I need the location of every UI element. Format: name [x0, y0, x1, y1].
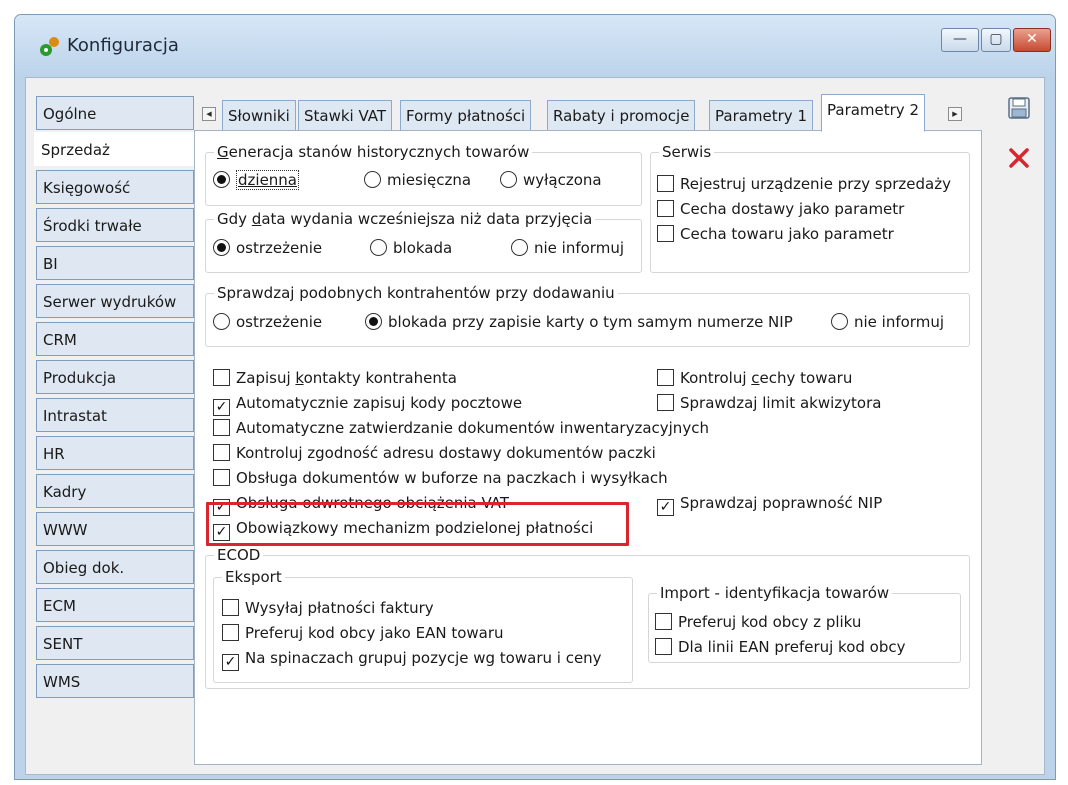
sidebar-item-crm[interactable]: CRM: [36, 322, 194, 356]
generacja-radio-wylaczona[interactable]: wyłączona: [500, 169, 602, 191]
generacja-radio-miesieczna[interactable]: miesięczna: [364, 169, 471, 191]
radio-selected-icon: [365, 313, 382, 330]
wysylaj-platnosci-checkbox[interactable]: Wysyłaj płatności faktury: [222, 597, 434, 619]
delete-icon: [1009, 148, 1029, 168]
tab-scroll-left-icon[interactable]: ◀: [202, 107, 216, 121]
poprawnosc-nip-checkbox[interactable]: ✓ Sprawdzaj poprawność NIP: [657, 492, 882, 516]
checkbox-icon: [213, 444, 230, 461]
client-area: Ogólne Sprzedaż Księgowość Środki trwałe…: [25, 77, 1045, 775]
sidebar-item-sprzedaz[interactable]: Sprzedaż: [34, 132, 196, 166]
window-title: Konfiguracja: [67, 35, 179, 56]
tab-scroll-right-icon[interactable]: ▶: [948, 107, 962, 121]
checkbox-icon: [657, 394, 674, 411]
tab-content-panel: Generacja stanów historycznych towarów d…: [194, 130, 982, 765]
sidebar-item-ecm[interactable]: ECM: [36, 588, 194, 622]
kody-pocztowe-checkbox[interactable]: ✓ Automatycznie zapisuj kody pocztowe: [213, 392, 522, 416]
sidebar-item-intrastat[interactable]: Intrastat: [36, 398, 194, 432]
sidebar-item-wms[interactable]: WMS: [36, 664, 194, 698]
generacja-radio-dzienna[interactable]: dzienna: [213, 169, 299, 191]
checkbox-icon: [655, 613, 672, 630]
sidebar-item-serwer-wydrukow[interactable]: Serwer wydruków: [36, 284, 194, 318]
checkmark-icon: ✓: [657, 499, 674, 516]
close-button[interactable]: ✕: [1013, 28, 1051, 52]
checkmark-icon: ✓: [213, 399, 230, 416]
sidebar-item-www[interactable]: WWW: [36, 512, 194, 546]
bufor-paczki-checkbox[interactable]: Obsługa dokumentów w buforze na paczkach…: [213, 467, 668, 489]
kontrahenci-group-title: Sprawdzaj podobnych kontrahentów przy do…: [214, 283, 618, 303]
save-icon: [1008, 97, 1030, 119]
adres-dostawy-checkbox[interactable]: Kontroluj zgodność adresu dostawy dokume…: [213, 442, 656, 464]
checkbox-icon: [655, 638, 672, 655]
checkmark-icon: ✓: [222, 654, 239, 671]
sidebar-item-sent[interactable]: SENT: [36, 626, 194, 660]
serwis-cecha-dostawy-checkbox[interactable]: Cecha dostawy jako parametr: [657, 198, 904, 220]
spinacze-grupuj-checkbox[interactable]: ✓ Na spinaczach grupuj pozycje wg towaru …: [222, 647, 602, 671]
checkbox-icon: [222, 599, 239, 616]
generacja-group-title: Generacja stanów historycznych towarów: [214, 142, 533, 162]
data-wydania-group-title: Gdy data wydania wcześniejsza niż data p…: [214, 209, 596, 229]
radio-selected-icon: [213, 171, 230, 188]
preferuj-kod-pliku-checkbox[interactable]: Preferuj kod obcy z pliku: [655, 611, 861, 633]
serwis-rejestruj-checkbox[interactable]: Rejestruj urządzenie przy sprzedaży: [657, 173, 951, 195]
minimize-button[interactable]: —: [941, 28, 979, 52]
tab-stawki-vat[interactable]: Stawki VAT: [298, 100, 393, 132]
zatwierdzanie-checkbox[interactable]: Automatyczne zatwierdzanie dokumentów in…: [213, 417, 709, 439]
radio-icon: [511, 239, 528, 256]
tab-parametry-2[interactable]: Parametry 2: [821, 94, 925, 132]
tab-parametry-1[interactable]: Parametry 1: [709, 100, 813, 132]
configuration-window: Konfiguracja — ▢ ✕ Ogólne Sprzedaż Księg…: [14, 14, 1056, 780]
checkbox-icon: [657, 225, 674, 242]
save-button[interactable]: [1004, 96, 1034, 126]
tab-formy-platnosci[interactable]: Formy płatności: [400, 100, 532, 132]
sidebar-item-ksiegowosc[interactable]: Księgowość: [36, 170, 194, 204]
tab-slowniki[interactable]: Słowniki: [222, 100, 296, 132]
data-wydania-radio-ostrzezenie[interactable]: ostrzeżenie: [213, 237, 322, 259]
checkbox-icon: [213, 369, 230, 386]
app-icon: [40, 37, 59, 56]
kontrahenci-radio-nie-informuj[interactable]: nie informuj: [831, 311, 944, 333]
tab-rabaty-i-promocje[interactable]: Rabaty i promocje: [547, 100, 696, 132]
maximize-button[interactable]: ▢: [981, 28, 1011, 52]
limit-akwizytora-checkbox[interactable]: Sprawdzaj limit akwizytora: [657, 392, 881, 414]
sidebar-item-srodki-trwale[interactable]: Środki trwałe: [36, 208, 194, 242]
sidebar-item-kadry[interactable]: Kadry: [36, 474, 194, 508]
cechy-towaru-checkbox[interactable]: Kontroluj cechy towaru: [657, 367, 852, 389]
zapisuj-kontakty-checkbox[interactable]: Zapisuj kontakty kontrahenta: [213, 367, 457, 389]
import-group-title: Import - identyfikacja towarów: [657, 583, 893, 603]
eksport-group-title: Eksport: [222, 567, 285, 587]
checkbox-icon: [213, 469, 230, 486]
checkbox-icon: [657, 369, 674, 386]
radio-selected-icon: [213, 239, 230, 256]
checkbox-icon: [222, 624, 239, 641]
kontrahenci-radio-ostrzezenie[interactable]: ostrzeżenie: [213, 311, 322, 333]
kontrahenci-radio-blokada[interactable]: blokada przy zapisie karty o tym samym n…: [365, 311, 793, 333]
radio-icon: [370, 239, 387, 256]
sidebar-item-bi[interactable]: BI: [36, 246, 194, 280]
checkbox-icon: [213, 419, 230, 436]
odwrotne-obciazenie-checkbox[interactable]: ✓ Obsługa odwrotnego obciążenia VAT: [213, 492, 509, 516]
podzielona-platnosc-checkbox[interactable]: ✓ Obowiązkowy mechanizm podzielonej płatn…: [213, 517, 593, 541]
checkmark-icon: ✓: [213, 499, 230, 516]
radio-icon: [364, 171, 381, 188]
linia-ean-checkbox[interactable]: Dla linii EAN preferuj kod obcy: [655, 636, 906, 658]
radio-icon: [831, 313, 848, 330]
delete-button[interactable]: [1004, 146, 1034, 176]
data-wydania-radio-nie-informuj[interactable]: nie informuj: [511, 237, 624, 259]
sidebar-item-ogolne[interactable]: Ogólne: [36, 96, 194, 130]
data-wydania-radio-blokada[interactable]: blokada: [370, 237, 452, 259]
sidebar-item-hr[interactable]: HR: [36, 436, 194, 470]
sidebar-item-obieg-dok[interactable]: Obieg dok.: [36, 550, 194, 584]
checkmark-icon: ✓: [213, 524, 230, 541]
serwis-group-title: Serwis: [659, 142, 715, 162]
radio-icon: [500, 171, 517, 188]
title-bar: Konfiguracja — ▢ ✕: [15, 15, 1055, 77]
preferuj-kod-ean-checkbox[interactable]: Preferuj kod obcy jako EAN towaru: [222, 622, 504, 644]
sidebar-item-produkcja[interactable]: Produkcja: [36, 360, 194, 394]
ecod-group-title: ECOD: [214, 545, 264, 565]
serwis-cecha-towaru-checkbox[interactable]: Cecha towaru jako parametr: [657, 223, 894, 245]
radio-icon: [213, 313, 230, 330]
checkbox-icon: [657, 200, 674, 217]
checkbox-icon: [657, 175, 674, 192]
